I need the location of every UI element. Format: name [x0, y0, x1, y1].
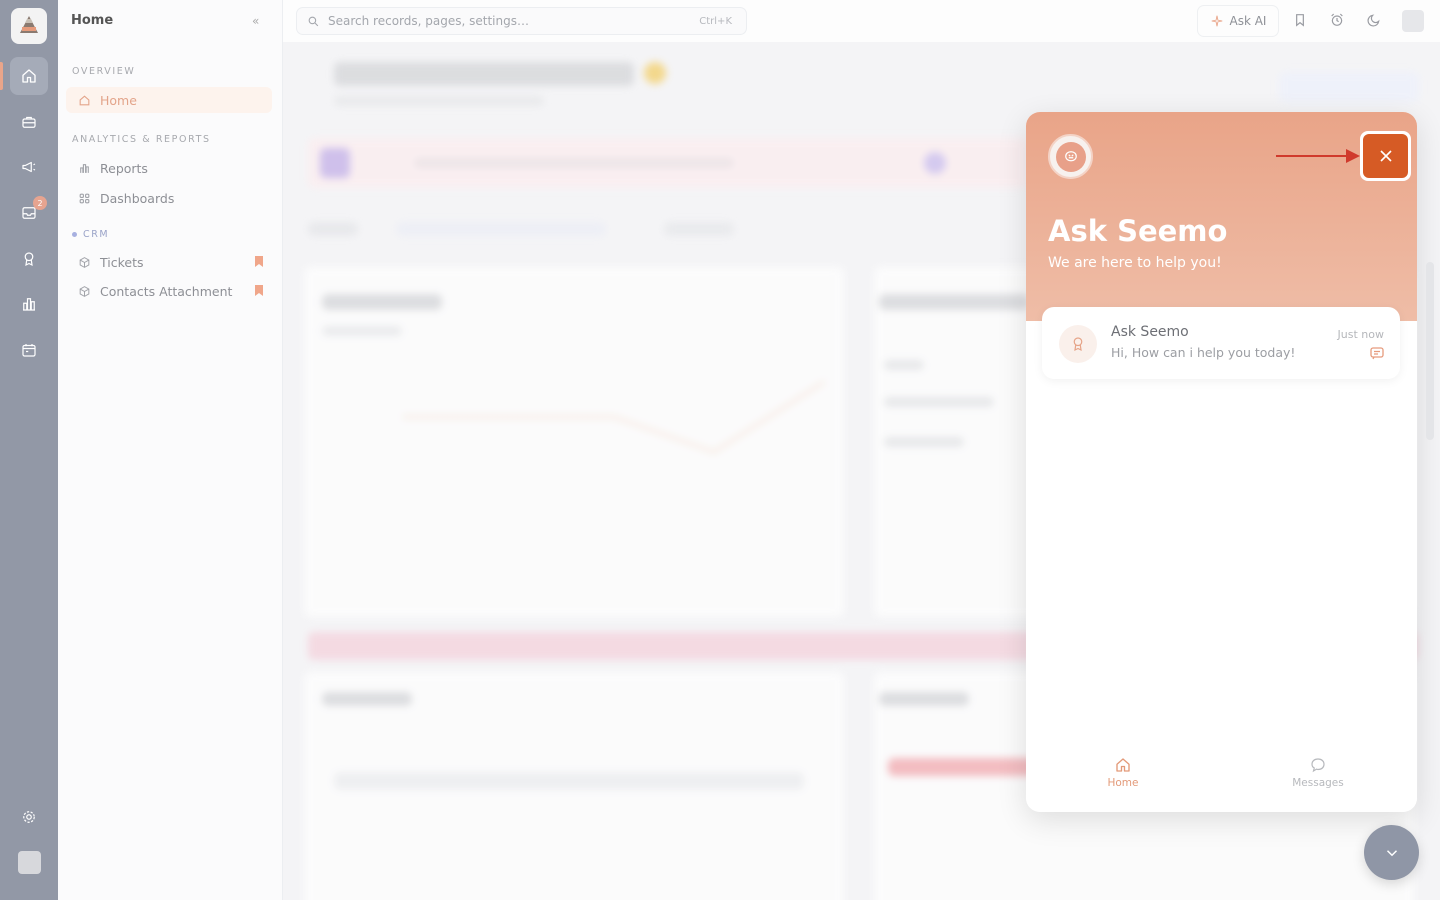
search-shortcut: Ctrl+K	[699, 15, 732, 27]
rail-calendar[interactable]	[10, 331, 48, 369]
logo-icon	[20, 16, 38, 33]
sidebar-item-home[interactable]: Home	[66, 87, 272, 113]
gear-icon	[23, 811, 35, 823]
chat-tab-home[interactable]: Home	[1063, 756, 1183, 789]
chat-panel: Ask Seemo We are here to help you! Ask S…	[1026, 112, 1417, 812]
section-analytics: ANALYTICS & REPORTS	[72, 134, 211, 145]
conversation-time: Just now	[1337, 328, 1384, 341]
top-avatar[interactable]	[1402, 10, 1424, 32]
chat-tabs: Home Messages	[1026, 746, 1417, 812]
message-icon	[1370, 347, 1384, 360]
search-placeholder: Search records, pages, settings…	[328, 14, 529, 28]
sidebar-item-label: Contacts Attachment	[100, 283, 233, 299]
sidebar-item-label: Tickets	[100, 254, 144, 270]
rail-home[interactable]	[10, 57, 48, 95]
home-icon	[77, 93, 91, 107]
sidebar-item-label: Dashboards	[100, 190, 175, 206]
user-avatar[interactable]	[18, 851, 41, 874]
sidebar: Home « OVERVIEW Home ANALYTICS & REPORTS…	[58, 0, 283, 900]
bar-chart-icon	[77, 161, 91, 175]
search-icon	[308, 16, 319, 26]
chevron-down-icon	[1386, 849, 1397, 856]
sidebar-item-label: Home	[100, 92, 137, 108]
rail-chart[interactable]	[10, 285, 48, 323]
bot-avatar	[1059, 325, 1097, 363]
top-bar: Search records, pages, settings… Ctrl+K …	[283, 0, 1440, 42]
sidebar-item-dashboards[interactable]: Dashboards	[66, 185, 272, 211]
brain-icon	[1064, 150, 1077, 161]
toggle-chat-button[interactable]	[1364, 825, 1419, 880]
sparkle-icon	[1211, 15, 1222, 27]
active-indicator	[0, 62, 3, 90]
award-icon	[24, 252, 34, 267]
home-icon	[1116, 758, 1130, 772]
ask-ai-button[interactable]: Ask AI	[1197, 5, 1279, 37]
grid-icon	[77, 191, 91, 205]
bookmark-icon[interactable]	[255, 285, 263, 296]
sidebar-item-label: Reports	[100, 160, 148, 176]
notification-badge: 2	[33, 196, 47, 210]
conversation-sender: Ask Seemo	[1111, 324, 1189, 340]
app-logo[interactable]	[11, 8, 47, 44]
crm-dot	[72, 232, 77, 237]
rail-inbox[interactable]: 2	[10, 194, 48, 232]
conversation-card[interactable]: Ask Seemo Hi, How can i help you today! …	[1042, 307, 1400, 379]
ask-ai-label: Ask AI	[1229, 14, 1267, 28]
collapse-sidebar-icon[interactable]: «	[252, 14, 259, 28]
moon-icon[interactable]	[1366, 12, 1382, 28]
sidebar-item-reports[interactable]: Reports	[66, 155, 272, 181]
cube-icon	[77, 284, 91, 298]
section-crm: CRM	[72, 229, 109, 240]
megaphone-icon	[22, 161, 36, 173]
section-overview: OVERVIEW	[72, 66, 136, 77]
chat-subtitle: We are here to help you!	[1048, 255, 1222, 271]
sidebar-item-tickets[interactable]: Tickets	[66, 249, 272, 275]
chart-icon	[23, 298, 35, 311]
icon-rail: 2	[0, 0, 58, 900]
page-scrollbar[interactable]	[1426, 262, 1434, 440]
section-crm-label: CRM	[83, 229, 110, 240]
rail-megaphone[interactable]	[10, 148, 48, 186]
annotation-arrow	[1276, 149, 1360, 163]
cube-icon	[77, 255, 91, 269]
sidebar-item-contacts-attachment[interactable]: Contacts Attachment	[66, 278, 272, 304]
briefcase-icon	[22, 116, 36, 128]
rail-award[interactable]	[10, 240, 48, 278]
chat-header: Ask Seemo We are here to help you!	[1026, 112, 1417, 321]
award-icon	[1073, 337, 1083, 352]
sidebar-title: Home	[71, 13, 114, 28]
bookmark-icon[interactable]	[1292, 12, 1308, 28]
conversation-preview: Hi, How can i help you today!	[1111, 345, 1296, 360]
alarm-clock-icon[interactable]	[1329, 12, 1345, 28]
chat-tab-messages-label: Messages	[1292, 777, 1344, 789]
close-icon	[1379, 150, 1392, 162]
close-chat-button[interactable]	[1360, 131, 1411, 181]
bookmark-icon[interactable]	[255, 256, 263, 267]
calendar-icon	[22, 344, 36, 357]
rail-briefcase[interactable]	[10, 103, 48, 141]
chat-tab-home-label: Home	[1107, 777, 1139, 789]
chat-logo	[1048, 134, 1093, 179]
chat-title: Ask Seemo	[1048, 214, 1228, 248]
home-icon	[22, 69, 36, 83]
search-input[interactable]: Search records, pages, settings… Ctrl+K	[296, 7, 747, 35]
chat-tab-messages[interactable]: Messages	[1258, 756, 1378, 789]
rail-settings[interactable]	[10, 798, 48, 836]
chat-bubble-icon	[1311, 758, 1325, 773]
